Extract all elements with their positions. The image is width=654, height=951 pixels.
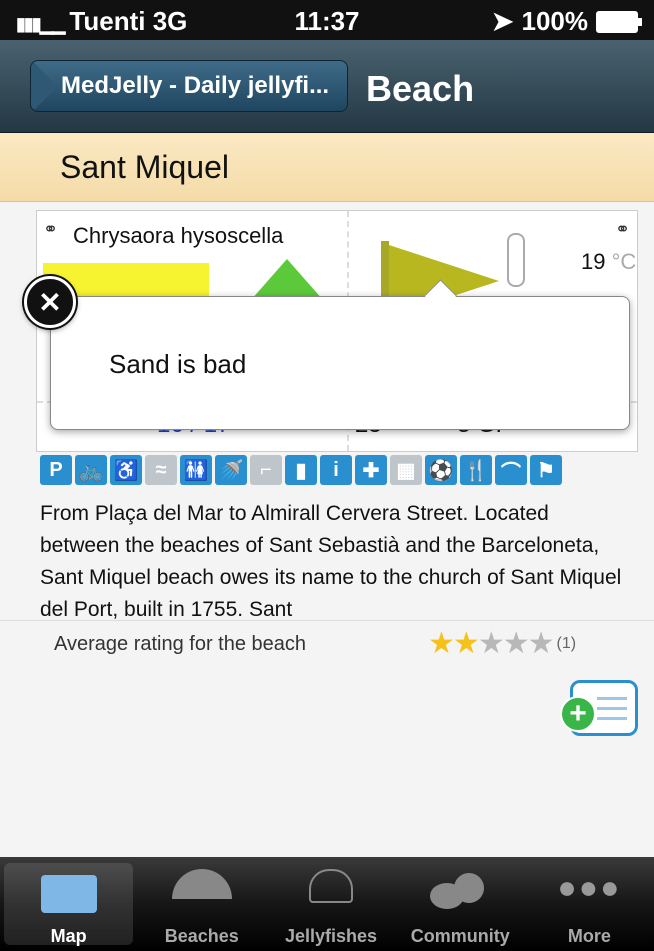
tab-map[interactable]: Map	[4, 863, 134, 946]
bike-icon[interactable]: 🚲	[75, 455, 107, 485]
thermometer-icon	[507, 233, 525, 287]
star-icon: ★	[502, 627, 530, 660]
star-icon: ★	[477, 627, 505, 660]
adapted-bathing-icon[interactable]: ≈	[145, 455, 177, 485]
parking-icon[interactable]: P	[40, 455, 72, 485]
star-icon: ★	[428, 627, 455, 660]
navigation-bar: MedJelly - Daily jellyfi... Beach	[0, 40, 654, 133]
restaurant-icon[interactable]: 🍴	[460, 455, 492, 485]
community-icon	[430, 869, 490, 909]
tab-label: Community	[410, 926, 510, 946]
plus-icon: +	[560, 696, 596, 732]
star-icon: ★	[527, 627, 555, 660]
jellyfish-species: Chrysaora hysoscella	[73, 223, 284, 248]
rating-stars: ★ ★ ★ ★ ★ (1)	[428, 629, 576, 659]
tab-label: Beaches	[164, 926, 239, 946]
services-icon-row: P 🚲 ♿ ≈ 🚻 🚿 ⌐ ▮ i ✚ ▦ ⚽ 🍴 ⌒ ⚑	[40, 455, 636, 485]
flag-station-icon[interactable]: ⚑	[530, 455, 562, 485]
bins-icon[interactable]: ▮	[285, 455, 317, 485]
back-button[interactable]: MedJelly - Daily jellyfi...	[30, 60, 348, 112]
umbrella-icon	[171, 869, 232, 899]
location-icon: ➤	[491, 6, 514, 36]
star-icon: ★	[452, 627, 480, 660]
showers-icon[interactable]: 🚿	[215, 455, 247, 485]
tab-bar: Map Beaches Jellyfishes Community ●●● More	[0, 857, 654, 951]
water-temperature: 19 °C	[581, 249, 637, 274]
sports-icon[interactable]: ⚽	[425, 455, 457, 485]
tab-label: Jellyfishes	[284, 926, 378, 946]
rating-row[interactable]: Average rating for the beach ★ ★ ★ ★ ★ (1)	[0, 620, 654, 673]
tab-jellyfishes[interactable]: Jellyfishes	[266, 857, 395, 951]
close-icon: ✕	[38, 286, 62, 318]
nav-title: Beach	[366, 68, 475, 109]
tab-label: Map	[50, 926, 87, 946]
foot-wash-icon[interactable]: ⌐	[250, 455, 282, 485]
toilets-icon[interactable]: 🚻	[180, 455, 212, 485]
map-icon	[40, 875, 97, 913]
beach-description: From Plaça del Mar to Almirall Cervera S…	[40, 502, 622, 621]
rating-label: Average rating for the beach	[54, 633, 307, 655]
sunbeds-icon[interactable]: ⌒	[495, 455, 527, 485]
tab-beaches[interactable]: Beaches	[137, 857, 266, 951]
add-comment-button[interactable]: +	[560, 680, 638, 738]
jellyfish-icon	[309, 869, 353, 903]
binoculars-icon: ⚭	[43, 219, 59, 239]
accessibility-icon[interactable]: ♿	[110, 455, 142, 485]
tab-community[interactable]: Community	[396, 857, 525, 951]
binoculars-icon: ⚭	[615, 219, 631, 239]
lifeguard-icon[interactable]: ✚	[355, 455, 387, 485]
tab-more[interactable]: ●●● More	[525, 857, 654, 951]
message-popup: Sand is bad	[50, 296, 630, 430]
beach-name: Sant Miquel	[60, 149, 229, 185]
close-popup-button[interactable]: ✕	[24, 276, 76, 328]
tab-label: More	[567, 926, 611, 946]
beach-header: Sant Miquel	[0, 133, 654, 202]
lockers-icon[interactable]: ▦	[390, 455, 422, 485]
information-icon[interactable]: i	[320, 455, 352, 485]
popup-message: Sand is bad	[109, 349, 247, 379]
status-bar: ▮▮▮▁▁ Tuenti 3G 11:37 ➤ 100%	[0, 0, 654, 40]
battery-icon	[596, 10, 642, 33]
more-icon: ●●●	[557, 869, 622, 905]
rating-count: (1)	[556, 635, 577, 652]
battery-percent: 100%	[521, 6, 589, 36]
